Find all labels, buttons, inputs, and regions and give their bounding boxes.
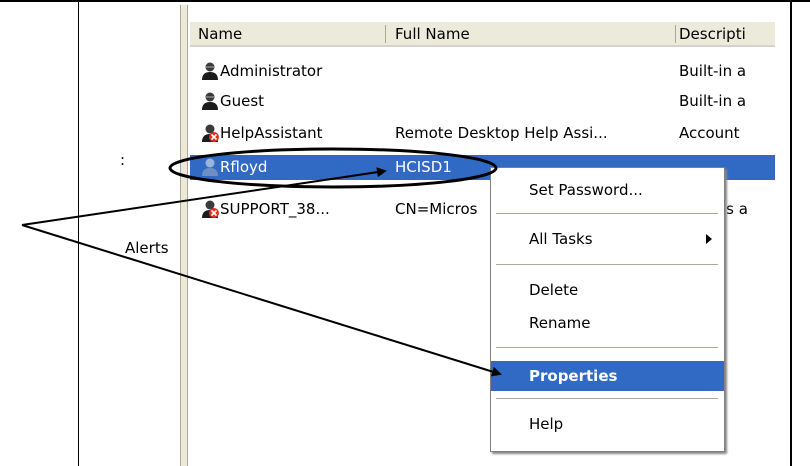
annotation-overlay <box>21 147 502 377</box>
annotation-arrow-to-properties <box>21 224 502 377</box>
highlight-ellipse <box>168 147 498 189</box>
